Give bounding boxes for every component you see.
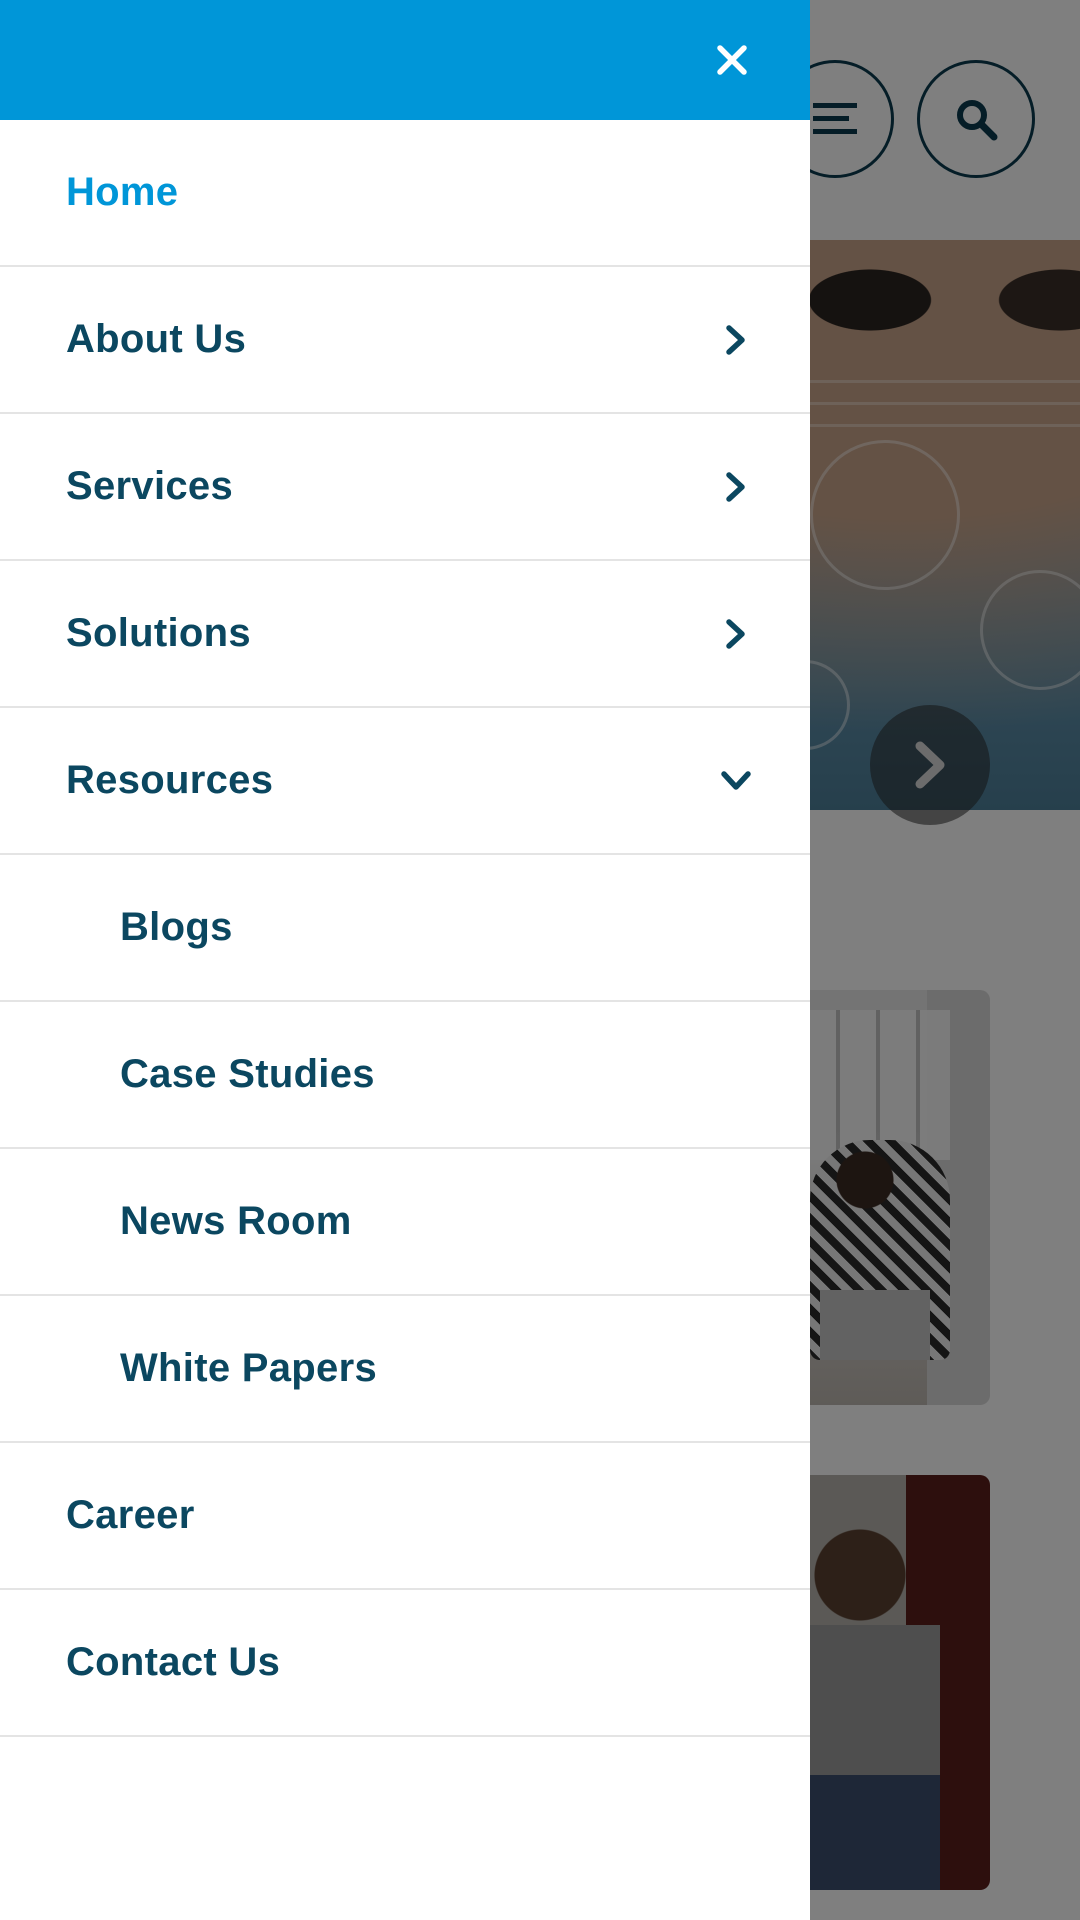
close-icon xyxy=(717,45,747,75)
close-button[interactable] xyxy=(702,30,762,90)
menu-item-label: News Room xyxy=(120,1199,352,1243)
submenu-item-white-papers[interactable]: White Papers xyxy=(0,1296,810,1443)
menu-item-career[interactable]: Career xyxy=(0,1443,810,1590)
menu-item-label: White Papers xyxy=(120,1346,377,1390)
chevron-right-icon xyxy=(718,322,754,358)
menu-item-label: About Us xyxy=(66,317,247,361)
submenu-item-blogs[interactable]: Blogs xyxy=(0,855,810,1002)
menu-item-label: Resources xyxy=(66,758,274,802)
menu-item-label: Career xyxy=(66,1493,195,1537)
menu-item-resources[interactable]: Resources xyxy=(0,708,810,855)
chevron-right-icon xyxy=(718,616,754,652)
menu-item-label: Home xyxy=(66,170,179,214)
navigation-drawer: Home About Us Services Solutions Resourc… xyxy=(0,0,810,1920)
menu-item-contact-us[interactable]: Contact Us xyxy=(0,1590,810,1737)
chevron-down-icon xyxy=(718,763,754,799)
menu-item-label: Contact Us xyxy=(66,1640,281,1684)
menu-item-label: Services xyxy=(66,464,233,508)
menu-item-label: Solutions xyxy=(66,611,251,655)
menu-item-about-us[interactable]: About Us xyxy=(0,267,810,414)
menu-item-label: Blogs xyxy=(120,905,233,949)
chevron-right-icon xyxy=(718,469,754,505)
menu-item-solutions[interactable]: Solutions xyxy=(0,561,810,708)
submenu-item-news-room[interactable]: News Room xyxy=(0,1149,810,1296)
menu-item-label: Case Studies xyxy=(120,1052,375,1096)
drawer-header xyxy=(0,0,810,120)
menu-item-home[interactable]: Home xyxy=(0,120,810,267)
menu-item-services[interactable]: Services xyxy=(0,414,810,561)
submenu-item-case-studies[interactable]: Case Studies xyxy=(0,1002,810,1149)
